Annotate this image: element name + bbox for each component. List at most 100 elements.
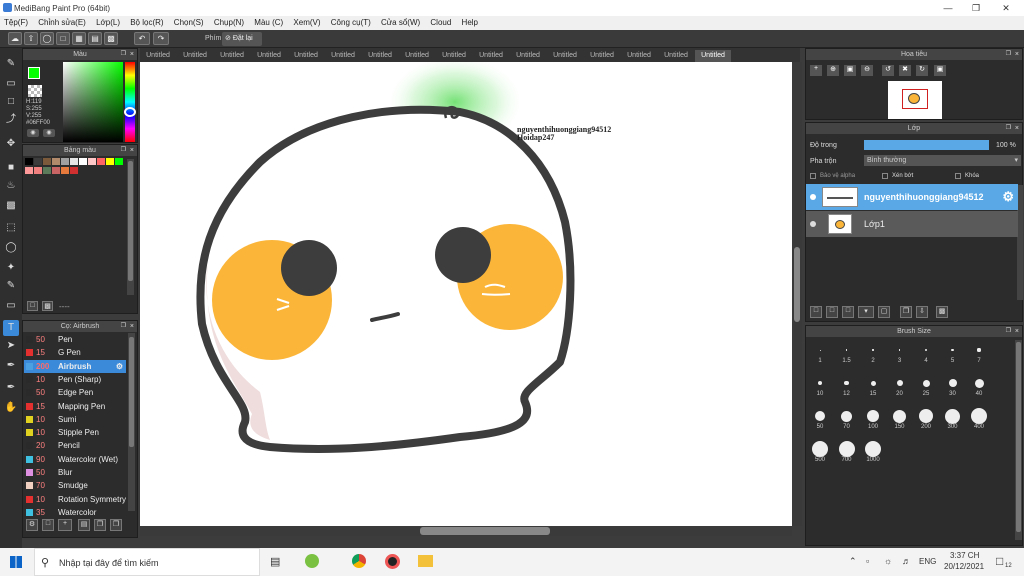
layer-row-top[interactable]: nguyenthihuonggiang94512 ⚙ (806, 184, 1018, 210)
folder-icon[interactable]: ▢ (878, 306, 890, 318)
reset-view-icon[interactable]: ▣ (934, 65, 946, 76)
fill-rect-tool-icon[interactable]: ■ (3, 160, 19, 176)
brush-item[interactable]: 90 Watercolor (Wet) (24, 453, 126, 466)
restore-icon[interactable]: ❐ (121, 145, 126, 156)
brush-size-option[interactable]: 700 (834, 437, 860, 463)
palette-swatch[interactable] (43, 167, 51, 174)
clock-date[interactable]: 20/12/2021 (944, 562, 984, 571)
copy-brush-icon[interactable]: ▤ (78, 519, 90, 531)
eraser-tool-icon[interactable]: ▭ (3, 76, 19, 92)
chevron-up-icon[interactable]: ⌃ (849, 556, 857, 567)
menu-view[interactable]: Xem(V) (289, 16, 324, 27)
tab-untitled[interactable]: Untitled (473, 50, 509, 62)
brush-size-option[interactable]: 40 (966, 371, 992, 397)
brush-size-option[interactable]: 200 (913, 404, 939, 430)
brush-item[interactable]: 10 Rotation Symmetry (24, 493, 126, 506)
blend-mode-select[interactable]: Bình thường ▾ (864, 155, 1021, 166)
visibility-icon[interactable] (810, 221, 816, 227)
brush-size-option[interactable]: 1.5 (834, 338, 860, 364)
brush-size-option[interactable]: 400 (966, 404, 992, 430)
magic-wand-tool-icon[interactable]: ✦ (3, 260, 19, 276)
palette-swatch[interactable] (97, 158, 105, 165)
brush-scroll-thumb[interactable] (129, 337, 134, 447)
brush-size-scrollbar[interactable] (1015, 340, 1022, 540)
maximize-button[interactable]: ❐ (966, 2, 986, 14)
text-tool-icon[interactable]: T (3, 320, 19, 336)
hue-slider[interactable] (125, 62, 135, 142)
brush-size-option[interactable]: 50 (807, 404, 833, 430)
layout-icon[interactable]: ▩ (104, 32, 118, 45)
trash-icon[interactable]: ▩ (42, 301, 53, 311)
vertical-scrollbar[interactable] (792, 62, 802, 526)
close-icon[interactable]: × (1015, 123, 1019, 134)
palette-swatch[interactable] (79, 158, 87, 165)
palette-swatch[interactable] (61, 158, 69, 165)
tab-untitled[interactable]: Untitled (177, 50, 213, 62)
palette-swatch[interactable] (34, 158, 42, 165)
brush-size-option[interactable]: 500 (807, 437, 833, 463)
tab-untitled[interactable]: Untitled (584, 50, 620, 62)
zoom-in-icon[interactable]: + (810, 65, 822, 76)
rotate-right-icon[interactable]: ↻ (916, 65, 928, 76)
tab-untitled[interactable]: Untitled (288, 50, 324, 62)
language-indicator[interactable]: ENG (919, 557, 936, 566)
close-icon[interactable]: × (130, 321, 134, 332)
duplicate-layer-icon[interactable]: ❐ (900, 306, 912, 318)
color-swap-button[interactable]: ◉ (43, 129, 55, 137)
palette-swatch[interactable] (115, 158, 123, 165)
menu-snap[interactable]: Chụp(N) (210, 16, 248, 27)
brush-item[interactable]: 10 Stipple Pen (24, 426, 126, 439)
palette-swatch[interactable] (70, 167, 78, 174)
hand-tool-icon[interactable]: ✋ (3, 400, 19, 416)
new-8bit-layer-icon[interactable]: □ (842, 306, 854, 318)
brush-size-option[interactable]: 10 (807, 371, 833, 397)
restore-icon[interactable]: ❐ (1006, 326, 1011, 337)
tab-untitled[interactable]: Untitled (658, 50, 694, 62)
tab-untitled[interactable]: Untitled (547, 50, 583, 62)
brush-size-option[interactable]: 2 (860, 338, 886, 364)
palette-swatch[interactable] (52, 167, 60, 174)
tab-untitled[interactable]: Untitled (362, 50, 398, 62)
clock-time[interactable]: 3:37 CH (950, 551, 979, 560)
windows-start-icon[interactable] (10, 556, 22, 568)
delete-layer-icon[interactable]: ▩ (936, 306, 948, 318)
brush-item[interactable]: 15 G Pen (24, 346, 126, 359)
brush-size-option[interactable]: 7 (966, 338, 992, 364)
brush-size-option[interactable]: 100 (860, 404, 886, 430)
close-button[interactable]: ✕ (996, 2, 1016, 14)
vertical-scroll-thumb[interactable] (794, 247, 800, 322)
horizontal-scroll-thumb[interactable] (420, 527, 550, 535)
layer-row-bottom[interactable]: Lớp1 (806, 211, 1018, 237)
brush-item[interactable]: 50 Edge Pen (24, 386, 126, 399)
navigator-thumbnail[interactable] (888, 81, 942, 119)
menu-color[interactable]: Màu (C) (250, 16, 287, 27)
duplicate-brush-icon[interactable]: ❐ (94, 519, 106, 531)
brush-item[interactable]: 10 Pen (Sharp) (24, 373, 126, 386)
minimize-button[interactable]: — (938, 2, 958, 14)
palette-swatch[interactable] (106, 158, 114, 165)
transparent-swatch[interactable] (28, 85, 42, 97)
new-halftone-layer-icon[interactable]: □ (826, 306, 838, 318)
color-mode-button[interactable]: ◉ (27, 129, 39, 137)
brush-item[interactable]: 70 Smudge (24, 479, 126, 492)
select-pen-tool-icon[interactable]: ⤴ (3, 112, 19, 128)
grid-icon[interactable]: ▦ (72, 32, 86, 45)
menu-layer[interactable]: Lớp(L) (92, 16, 124, 27)
rotate-left-icon[interactable]: ↺ (882, 65, 894, 76)
rectangle-tool-icon[interactable]: □ (3, 94, 19, 110)
brush-size-option[interactable]: 15 (860, 371, 886, 397)
brush-item[interactable]: 10 Sumi (24, 413, 126, 426)
bucket-tool-icon[interactable]: ♨ (3, 178, 19, 194)
saturation-value-picker[interactable] (63, 62, 123, 142)
horizontal-scrollbar[interactable] (140, 526, 792, 536)
task-view-icon[interactable]: ▤ (270, 555, 280, 568)
delete-brush-icon[interactable]: ❐ (110, 519, 122, 531)
visibility-icon[interactable] (810, 194, 816, 200)
close-icon[interactable]: × (1015, 49, 1019, 60)
add-brush-icon[interactable]: + (58, 519, 72, 531)
select-rect-tool-icon[interactable]: ⬚ (3, 220, 19, 236)
redo-icon[interactable]: ↷ (153, 32, 169, 45)
fit-icon[interactable]: ▣ (844, 65, 856, 76)
brush-item[interactable]: 35 Watercolor (24, 506, 126, 519)
page-icon[interactable]: ▤ (88, 32, 102, 45)
